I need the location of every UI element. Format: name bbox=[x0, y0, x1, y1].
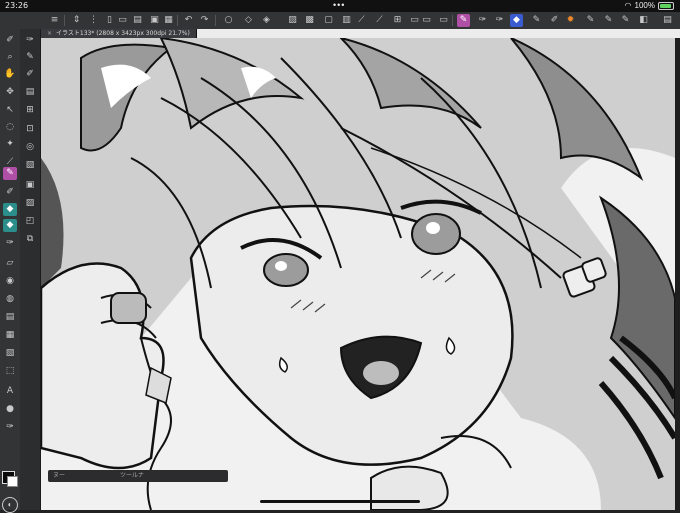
move-icon[interactable]: ✥ bbox=[3, 86, 17, 99]
eraser-icon[interactable]: ▱ bbox=[3, 257, 17, 270]
status-right: ◠ 100% bbox=[625, 1, 674, 10]
export-image-icon[interactable]: ▦ bbox=[162, 14, 175, 27]
save-icon[interactable]: ▤ bbox=[131, 14, 144, 27]
redo-icon[interactable]: ↷ bbox=[198, 14, 211, 27]
transform-icon[interactable]: ◈ bbox=[260, 14, 273, 27]
toolbar-divider bbox=[452, 15, 453, 26]
eyedropper-icon[interactable]: ✐ bbox=[548, 14, 561, 27]
brush-icon[interactable]: ✑ bbox=[476, 14, 489, 27]
canvas-edge bbox=[675, 38, 680, 510]
pencil-icon[interactable]: ✐ bbox=[3, 186, 17, 199]
sub-pen-icon[interactable]: ✑ bbox=[23, 34, 37, 47]
panel-toggle-icon[interactable]: ▤ bbox=[661, 14, 674, 27]
sub-tool-bar: ✑ ✎ ✐ ▤ ⊞ ⊡ ◎ ▧ ▣ ▨ ◰ ⧉ bbox=[20, 29, 41, 510]
figure-icon[interactable]: ▦ bbox=[3, 329, 17, 342]
new-icon[interactable]: ▯ bbox=[103, 14, 116, 27]
sub-tool-icon[interactable]: ✑ bbox=[493, 14, 506, 27]
status-time: 23:26 bbox=[5, 1, 29, 10]
airbrush-tool-icon[interactable]: ◆ bbox=[3, 219, 17, 232]
sub-material-icon[interactable]: ▧ bbox=[23, 159, 37, 172]
reference-icon[interactable]: ▭ bbox=[420, 14, 433, 27]
tool-extra-icon[interactable]: ✎ bbox=[619, 14, 632, 27]
battery-icon bbox=[658, 1, 674, 10]
sub-history-icon[interactable]: ▣ bbox=[23, 179, 37, 192]
toolbar-divider bbox=[177, 15, 178, 26]
popup-right-label: ツールナ bbox=[120, 473, 145, 479]
sub-search-icon[interactable]: ▨ bbox=[23, 197, 37, 210]
open-icon[interactable]: ▭ bbox=[116, 14, 129, 27]
home-indicator[interactable] bbox=[260, 500, 420, 503]
sub-marker-icon[interactable]: ✐ bbox=[23, 68, 37, 81]
multitasking-dots[interactable]: ••• bbox=[333, 0, 345, 10]
gradient-icon[interactable]: ✹ bbox=[564, 14, 577, 27]
undo-icon[interactable]: ↶ bbox=[182, 14, 195, 27]
sub-brush-icon[interactable]: ✎ bbox=[23, 51, 37, 64]
tool-bar: ✐ ⌕ ✋ ✥ ↖ ◌ ✦ ⟋ ✎ ✐ ◆ ◆ ✑ ▱ ◉ ◍ ▤ ▦ ▧ ⬚ … bbox=[0, 29, 21, 513]
popup-left-label: ヌー bbox=[53, 473, 66, 479]
quick-access-icon[interactable]: ◐ bbox=[2, 497, 18, 513]
menu-icon[interactable]: ≡ bbox=[48, 14, 61, 27]
sketch-icon[interactable]: ▭ bbox=[437, 14, 450, 27]
export-icon[interactable]: ▣ bbox=[148, 14, 161, 27]
sub-color-wheel-icon[interactable]: ◎ bbox=[23, 141, 37, 154]
canvas-tab[interactable]: × イラスト133* (2808 x 3423px 300dpi 21.7%) bbox=[41, 29, 197, 38]
decoration-icon[interactable]: ✑ bbox=[3, 237, 17, 250]
view-icon[interactable]: ✎ bbox=[584, 14, 597, 27]
sub-stack-icon[interactable]: ⧉ bbox=[23, 233, 37, 246]
balloon-icon[interactable]: ● bbox=[3, 403, 17, 416]
toolbar-divider bbox=[215, 15, 216, 26]
correct-line-icon[interactable]: ✑ bbox=[3, 421, 17, 434]
sort-icon[interactable]: ⇕ bbox=[70, 14, 83, 27]
pen-pressure-icon[interactable]: ✎ bbox=[457, 14, 470, 27]
brush-tool-icon[interactable]: ◆ bbox=[3, 203, 17, 216]
frame-icon[interactable]: ▧ bbox=[3, 347, 17, 360]
gradient-tool-icon[interactable]: ▤ bbox=[3, 311, 17, 324]
manga-illustration bbox=[41, 38, 675, 510]
ruler-snap-2-icon[interactable]: ⟋ bbox=[373, 14, 386, 27]
fill-icon[interactable]: ▩ bbox=[303, 14, 316, 27]
grid-icon[interactable]: ⊞ bbox=[391, 14, 404, 27]
ruler-icon[interactable]: ▥ bbox=[340, 14, 353, 27]
sub-property-icon[interactable]: ⊡ bbox=[23, 123, 37, 136]
wifi-icon: ◠ bbox=[624, 1, 632, 10]
status-bar: 23:26 ••• ◠ 100% bbox=[0, 0, 680, 12]
sub-layer-icon[interactable]: ▤ bbox=[23, 86, 37, 99]
ruler-tool-icon[interactable]: ⬚ bbox=[3, 365, 17, 378]
battery-percent: 100% bbox=[634, 1, 655, 10]
sub-color-chip[interactable] bbox=[7, 476, 18, 487]
hand-icon[interactable]: ✋ bbox=[3, 68, 17, 81]
circle-icon[interactable]: ○ bbox=[222, 14, 235, 27]
canvas-tab-title: イラスト133* (2808 x 3423px 300dpi 21.7%) bbox=[56, 30, 190, 37]
pen-tool-icon[interactable]: ✎ bbox=[3, 167, 17, 180]
magic-wand-icon[interactable]: ✦ bbox=[3, 138, 17, 151]
zoom-icon[interactable]: ⌕ bbox=[3, 51, 17, 64]
tool-extra-2-icon[interactable]: ◧ bbox=[637, 14, 650, 27]
operation-icon[interactable]: ↖ bbox=[3, 104, 17, 117]
close-tab-icon[interactable]: × bbox=[47, 30, 52, 37]
ruler-snap-icon[interactable]: ⟋ bbox=[355, 14, 368, 27]
bottom-popup[interactable]: ヌー ツールナ bbox=[48, 470, 228, 482]
sub-navigator-icon[interactable]: ⊞ bbox=[23, 104, 37, 117]
text-icon[interactable]: A bbox=[3, 385, 17, 398]
blend-icon[interactable]: ◉ bbox=[3, 275, 17, 288]
lasso-icon[interactable]: ◌ bbox=[3, 121, 17, 134]
command-bar: ≡ ⇕ ⋮ ▯ ▭ ▤ ▣ ▦ ↶ ↷ ○ ◇ ◈ ▨ ▩ ▢ ▥ ⟋ ⟋ ⊞ … bbox=[0, 12, 680, 30]
undo-list-icon[interactable]: ⋮ bbox=[87, 14, 100, 27]
rotate-icon[interactable]: ◇ bbox=[242, 14, 255, 27]
toolbar-divider bbox=[64, 15, 65, 26]
clip-icon[interactable]: ▢ bbox=[322, 14, 335, 27]
clear-icon[interactable]: ▨ bbox=[286, 14, 299, 27]
canvas-area[interactable]: × イラスト133* (2808 x 3423px 300dpi 21.7%) bbox=[41, 29, 680, 510]
color-icon[interactable]: ✎ bbox=[530, 14, 543, 27]
sub-layer-props-icon[interactable]: ◰ bbox=[23, 215, 37, 228]
airbrush-icon[interactable]: ◆ bbox=[510, 14, 523, 27]
fill-tool-icon[interactable]: ◍ bbox=[3, 293, 17, 306]
eyedropper-icon[interactable]: ✐ bbox=[3, 34, 17, 47]
settings-icon[interactable]: ✎ bbox=[602, 14, 615, 27]
